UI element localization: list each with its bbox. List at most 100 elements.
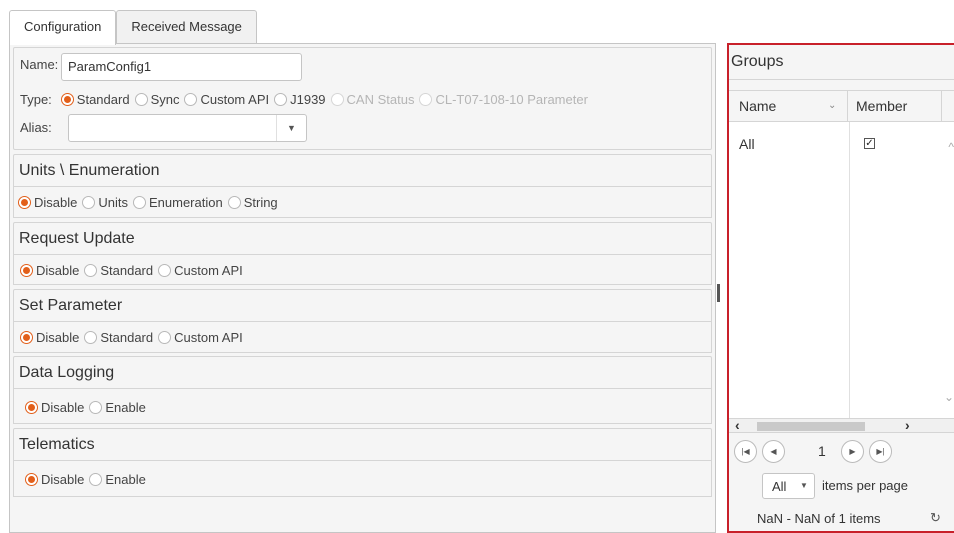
type-row: Type: Standard Sync Custom API J1939 CAN… bbox=[20, 92, 593, 107]
telematics-enable-radio[interactable]: Enable bbox=[89, 472, 146, 487]
units-disable-radio[interactable]: Disable bbox=[18, 195, 77, 210]
group-name-cell: All bbox=[739, 136, 755, 152]
request-standard-radio[interactable]: Standard bbox=[84, 263, 153, 278]
data-logging-header: Data Logging bbox=[13, 356, 712, 389]
name-field[interactable]: ParamConfig1 bbox=[61, 53, 302, 81]
scroll-left-icon[interactable]: ‹ bbox=[735, 417, 740, 433]
units-enumeration-body: Disable Units Enumeration String bbox=[13, 187, 712, 218]
radio-icon bbox=[184, 93, 198, 106]
column-divider bbox=[847, 91, 848, 121]
scroll-right-icon[interactable]: › bbox=[905, 417, 910, 433]
last-page-icon[interactable]: ▶| bbox=[869, 440, 892, 463]
radio-icon bbox=[82, 196, 96, 209]
units-options: Disable Units Enumeration String bbox=[18, 195, 283, 210]
request-update-header: Request Update bbox=[13, 222, 712, 255]
set-parameter-header: Set Parameter bbox=[13, 289, 712, 322]
grid-pager: |◀ ◀ 1 ▶ ▶| All ▼ items per page NaN - N… bbox=[729, 432, 954, 531]
radio-icon bbox=[134, 93, 148, 106]
scrollbar-thumb[interactable] bbox=[757, 422, 865, 431]
pager-info: NaN - NaN of 1 items bbox=[757, 511, 881, 526]
tab-configuration[interactable]: Configuration bbox=[9, 10, 117, 45]
units-units-radio[interactable]: Units bbox=[82, 195, 128, 210]
radio-icon bbox=[89, 473, 103, 486]
refresh-icon[interactable]: ↻ bbox=[930, 510, 941, 526]
current-page-number[interactable]: 1 bbox=[818, 443, 826, 459]
telematics-body: Disable Enable bbox=[13, 461, 712, 497]
splitter-handle[interactable] bbox=[717, 284, 720, 302]
configuration-panel: Name: ParamConfig1 Type: Standard Sync C… bbox=[9, 43, 716, 533]
request-disable-radio[interactable]: Disable bbox=[20, 263, 79, 278]
name-row: Name: bbox=[20, 57, 58, 72]
tab-strip: Configuration Received Message bbox=[9, 10, 257, 45]
groups-title: Groups bbox=[729, 45, 954, 80]
type-label: Type: bbox=[20, 92, 52, 107]
radio-checked-icon bbox=[20, 264, 33, 277]
radio-icon bbox=[84, 331, 98, 344]
radio-checked-icon bbox=[25, 401, 38, 414]
previous-page-icon[interactable]: ◀ bbox=[762, 440, 785, 463]
radio-icon bbox=[84, 264, 98, 277]
setparam-options: Disable Standard Custom API bbox=[20, 330, 248, 345]
column-header-member[interactable]: Member bbox=[856, 91, 907, 121]
radio-icon bbox=[158, 264, 172, 277]
groups-grid-body: All ✓ ^ ⌄ bbox=[729, 122, 954, 418]
radio-icon bbox=[274, 93, 288, 106]
logging-disable-radio[interactable]: Disable bbox=[25, 400, 84, 415]
horizontal-scrollbar[interactable]: ‹ › bbox=[729, 417, 954, 433]
radio-checked-icon bbox=[25, 473, 38, 486]
setparam-standard-radio[interactable]: Standard bbox=[84, 330, 153, 345]
alias-row: Alias: bbox=[20, 120, 52, 135]
radio-icon bbox=[419, 93, 433, 106]
units-string-radio[interactable]: String bbox=[227, 195, 278, 210]
type-custom-api-radio[interactable]: Custom API bbox=[184, 92, 269, 107]
radio-icon bbox=[89, 401, 103, 414]
type-j1939-radio[interactable]: J1939 bbox=[274, 92, 326, 107]
data-logging-body: Disable Enable bbox=[13, 389, 712, 424]
type-cl-t07-parameter-radio: CL-T07-108-10 Parameter bbox=[419, 92, 588, 107]
column-header-name[interactable]: Name bbox=[739, 91, 776, 121]
request-update-body: Disable Standard Custom API bbox=[13, 255, 712, 285]
setparam-custom-api-radio[interactable]: Custom API bbox=[158, 330, 243, 345]
page-size-dropdown[interactable]: All ▼ bbox=[762, 473, 815, 499]
chevron-down-icon[interactable]: ▼ bbox=[800, 481, 808, 490]
member-checkbox[interactable]: ✓ bbox=[864, 138, 875, 149]
scroll-up-icon[interactable]: ^ bbox=[948, 140, 954, 154]
logging-options: Disable Enable bbox=[25, 400, 151, 415]
column-divider bbox=[941, 91, 942, 121]
groups-grid-header: Name ⌄ Member bbox=[729, 90, 954, 122]
request-options: Disable Standard Custom API bbox=[20, 263, 248, 278]
logging-enable-radio[interactable]: Enable bbox=[89, 400, 146, 415]
type-can-status-radio: CAN Status bbox=[330, 92, 414, 107]
next-page-icon[interactable]: ▶ bbox=[841, 440, 864, 463]
radio-icon bbox=[227, 196, 241, 209]
type-standard-radio[interactable]: Standard bbox=[60, 92, 130, 107]
chevron-down-icon[interactable]: ▼ bbox=[276, 115, 306, 141]
radio-icon bbox=[132, 196, 146, 209]
chevron-down-icon[interactable]: ⌄ bbox=[828, 91, 836, 121]
basic-info-section: Name: ParamConfig1 Type: Standard Sync C… bbox=[13, 47, 712, 150]
set-parameter-body: Disable Standard Custom API bbox=[13, 322, 712, 353]
page-size-value: All bbox=[772, 479, 787, 494]
alias-label: Alias: bbox=[20, 120, 52, 135]
telematics-disable-radio[interactable]: Disable bbox=[25, 472, 84, 487]
first-page-icon[interactable]: |◀ bbox=[734, 440, 757, 463]
name-label: Name: bbox=[20, 57, 59, 72]
telematics-options: Disable Enable bbox=[25, 472, 151, 487]
groups-panel: Groups Name ⌄ Member All ✓ ^ ⌄ ‹ › |◀ ◀ … bbox=[727, 43, 954, 533]
radio-checked-icon bbox=[18, 196, 31, 209]
setparam-disable-radio[interactable]: Disable bbox=[20, 330, 79, 345]
units-enumeration-radio[interactable]: Enumeration bbox=[132, 195, 223, 210]
scroll-down-icon[interactable]: ⌄ bbox=[944, 390, 954, 404]
radio-icon bbox=[158, 331, 172, 344]
request-custom-api-radio[interactable]: Custom API bbox=[158, 263, 243, 278]
radio-icon bbox=[330, 93, 344, 106]
radio-checked-icon bbox=[20, 331, 33, 344]
telematics-header: Telematics bbox=[13, 428, 712, 461]
items-per-page-label: items per page bbox=[822, 478, 908, 493]
tab-received-message[interactable]: Received Message bbox=[116, 10, 257, 44]
type-sync-radio[interactable]: Sync bbox=[134, 92, 179, 107]
alias-dropdown[interactable]: ▼ bbox=[68, 114, 307, 142]
radio-checked-icon bbox=[60, 93, 74, 106]
units-enumeration-header: Units \ Enumeration bbox=[13, 154, 712, 187]
column-divider bbox=[849, 122, 850, 418]
